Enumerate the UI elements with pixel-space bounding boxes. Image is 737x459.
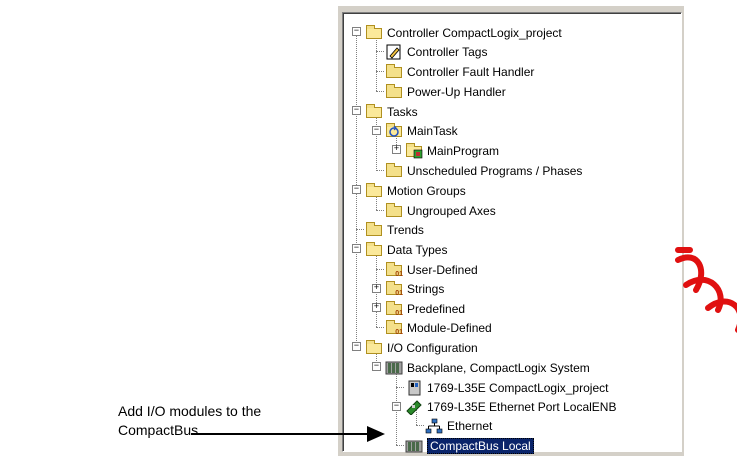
folder-open-icon (365, 339, 383, 356)
tree-item-unscheduled-programs[interactable]: Unscheduled Programs / Phases (385, 161, 582, 180)
tree-item-tasks[interactable]: Tasks (365, 102, 418, 121)
folder-icon (385, 63, 403, 80)
tree-branch (356, 229, 364, 230)
expand-mainprogram-toggle[interactable]: + (392, 145, 401, 154)
folder-open-icon (365, 24, 383, 41)
tree-branch (376, 269, 384, 270)
tree-branch (376, 51, 384, 52)
collapse-backplane-toggle[interactable]: − (372, 362, 381, 371)
tree-item-label: Motion Groups (387, 183, 466, 198)
tree-item-label: Ungrouped Axes (407, 203, 496, 218)
tree-item-label-selected: CompactBus Local (427, 437, 534, 454)
callout-line-1: Add I/O modules to the (118, 403, 262, 419)
collapse-tasks-toggle[interactable]: − (352, 106, 361, 115)
tree-item-label: 1769-L35E Ethernet Port LocalENB (427, 399, 617, 414)
tree-item-trends[interactable]: Trends (365, 220, 424, 239)
tree-item-label: Strings (407, 281, 445, 296)
folder-icon (385, 202, 403, 219)
tags-icon (385, 44, 403, 60)
tree-item-label: I/O Configuration (387, 340, 478, 355)
tree-item-backplane[interactable]: Backplane, CompactLogix System (385, 358, 590, 377)
tree-view[interactable]: − Controller CompactLogix_project Contro… (342, 12, 682, 455)
red-marker-decoration (675, 247, 737, 333)
network-icon (425, 418, 443, 434)
backplane-icon (385, 360, 403, 376)
tree-item-module-defined[interactable]: 01 Module-Defined (385, 318, 492, 337)
tree-branch (396, 387, 404, 388)
tree-item-label: 1769-L35E CompactLogix_project (427, 380, 609, 395)
tree-item-label: Controller Tags (407, 44, 488, 59)
tree-item-power-up-handler[interactable]: Power-Up Handler (385, 82, 506, 101)
tree-item-ethernet-port[interactable]: 1769-L35E Ethernet Port LocalENB (405, 397, 616, 416)
tree-item-label: Predefined (407, 301, 466, 316)
tree-branch (376, 210, 384, 211)
tree-item-label: Data Types (387, 242, 448, 257)
tree-item-predefined[interactable]: 01 Predefined (385, 299, 465, 318)
tree-item-label: MainProgram (427, 143, 500, 158)
callout-arrow-line (191, 433, 371, 435)
tree-item-label: Tasks (387, 104, 418, 119)
tree-item-ethernet[interactable]: Ethernet (425, 416, 492, 435)
tree-item-mainprogram[interactable]: MainProgram (405, 141, 499, 160)
collapse-motion-groups-toggle[interactable]: − (352, 185, 361, 194)
tree-item-label: Ethernet (447, 418, 493, 433)
tree-branch (376, 91, 384, 92)
collapse-data-types-toggle[interactable]: − (352, 244, 361, 253)
datatype-folder-icon: 01 (385, 300, 403, 317)
tree-branch (416, 425, 424, 426)
tree-branch (376, 170, 384, 171)
tree-item-label: Controller Fault Handler (407, 64, 535, 79)
folder-open-icon (365, 103, 383, 120)
tree-item-label: Controller CompactLogix_project (387, 25, 562, 40)
controller-module-icon (405, 380, 423, 396)
ethernet-port-icon (405, 399, 423, 416)
tree-item-maintask[interactable]: MainTask (385, 121, 458, 140)
task-icon (385, 122, 403, 139)
program-icon (405, 142, 423, 159)
tree-item-data-types[interactable]: Data Types (365, 240, 447, 259)
folder-open-icon (365, 182, 383, 199)
tree-branch (376, 327, 384, 328)
tree-item-user-defined[interactable]: 01 User-Defined (385, 260, 478, 279)
tree-item-motion-groups[interactable]: Motion Groups (365, 181, 466, 200)
collapse-controller-toggle[interactable]: − (352, 27, 361, 36)
expand-predefined-toggle[interactable]: + (372, 303, 381, 312)
tree-item-controller[interactable]: Controller CompactLogix_project (365, 23, 562, 42)
tree-item-compactbus-local[interactable]: CompactBus Local (405, 436, 534, 455)
tree-item-controller-fault-handler[interactable]: Controller Fault Handler (385, 62, 534, 81)
compactbus-icon (405, 438, 423, 454)
controller-organizer-panel: − Controller CompactLogix_project Contro… (338, 6, 684, 456)
datatype-folder-icon: 01 (385, 280, 403, 297)
tree-item-label: Backplane, CompactLogix System (407, 360, 590, 375)
datatype-folder-icon: 01 (385, 261, 403, 278)
tree-item-label: User-Defined (407, 262, 478, 277)
tree-item-label: Trends (387, 222, 424, 237)
folder-open-icon (365, 241, 383, 258)
tree-item-1769-l35e-controller[interactable]: 1769-L35E CompactLogix_project (405, 378, 608, 397)
tree-branch (376, 71, 384, 72)
tree-item-label: Module-Defined (407, 320, 492, 335)
callout-line-2: CompactBus. (118, 422, 203, 438)
folder-icon (385, 162, 403, 179)
tree-item-strings[interactable]: 01 Strings (385, 279, 444, 298)
tree-item-controller-tags[interactable]: Controller Tags (385, 42, 487, 61)
collapse-maintask-toggle[interactable]: − (372, 126, 381, 135)
tree-item-label: Unscheduled Programs / Phases (407, 163, 583, 178)
expand-strings-toggle[interactable]: + (372, 284, 381, 293)
tree-item-label: Power-Up Handler (407, 84, 506, 99)
tree-item-label: MainTask (407, 123, 458, 138)
collapse-io-configuration-toggle[interactable]: − (352, 342, 361, 351)
tree-branch (396, 445, 404, 446)
tree-item-io-configuration[interactable]: I/O Configuration (365, 338, 478, 357)
folder-icon (365, 221, 383, 238)
folder-icon (385, 83, 403, 100)
datatype-folder-icon: 01 (385, 319, 403, 336)
collapse-ethernet-port-toggle[interactable]: − (392, 402, 401, 411)
callout-arrow-head (367, 426, 385, 442)
tree-item-ungrouped-axes[interactable]: Ungrouped Axes (385, 201, 496, 220)
